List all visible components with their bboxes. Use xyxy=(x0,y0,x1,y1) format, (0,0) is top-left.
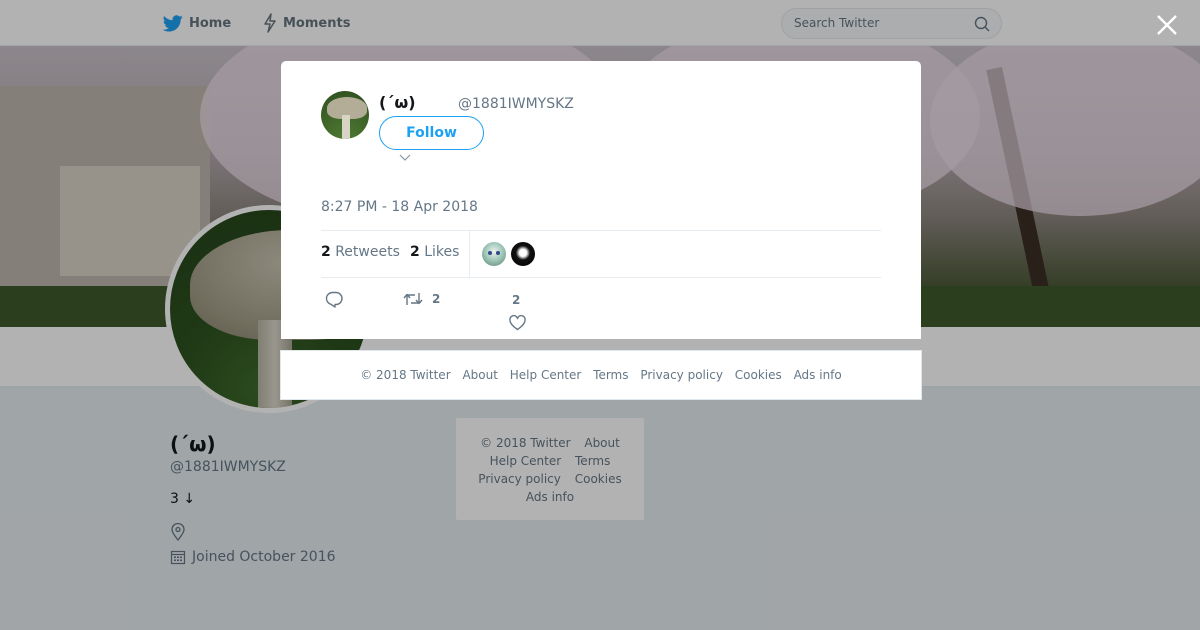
footer-link-privacy[interactable]: Privacy policy xyxy=(640,368,723,382)
tweet-author-avatar[interactable] xyxy=(321,91,369,139)
liker-avatar[interactable] xyxy=(482,242,506,266)
likes-label: Likes xyxy=(424,244,460,260)
like-action-count: 2 xyxy=(512,293,521,307)
reply-button[interactable] xyxy=(325,291,343,308)
tweet-permalink-modal: (´ω) @1881IWMYSKZ Follow 8:27 PM - 18 Ap… xyxy=(281,61,921,339)
footer-link-help-center[interactable]: Help Center xyxy=(510,368,582,382)
follow-button[interactable]: Follow xyxy=(379,116,484,150)
stats-divider xyxy=(469,231,470,277)
tweet-author-handle[interactable]: @1881IWMYSKZ xyxy=(458,96,574,112)
reply-icon xyxy=(325,291,343,308)
likes-stat[interactable]: 2 Likes xyxy=(410,244,459,260)
heart-icon[interactable] xyxy=(509,315,526,331)
tweet-stats: 2 Retweets 2 Likes xyxy=(321,230,881,278)
footer-copyright: © 2018 Twitter xyxy=(360,368,451,382)
retweets-label: Retweets xyxy=(335,244,400,260)
footer-link-cookies[interactable]: Cookies xyxy=(735,368,782,382)
footer-link-about[interactable]: About xyxy=(462,368,497,382)
likes-count: 2 xyxy=(410,244,420,260)
retweets-count: 2 xyxy=(321,244,331,260)
avatar-eye xyxy=(496,251,500,255)
avatar-mushroom-stem xyxy=(342,115,350,139)
tweet-actions: 2 2 xyxy=(321,289,881,339)
retweets-stat[interactable]: 2 Retweets xyxy=(321,244,400,260)
footer-link-ads-info[interactable]: Ads info xyxy=(794,368,842,382)
avatar-eye xyxy=(488,251,492,255)
retweet-button[interactable]: 2 xyxy=(403,291,440,307)
tweet-timestamp[interactable]: 8:27 PM - 18 Apr 2018 xyxy=(321,199,478,215)
tweet-author-name[interactable]: (´ω) xyxy=(379,93,416,112)
liker-avatar[interactable] xyxy=(511,242,535,266)
modal-footer: © 2018 Twitter About Help Center Terms P… xyxy=(280,350,922,400)
chevron-down-icon[interactable] xyxy=(399,154,411,162)
retweet-icon xyxy=(403,293,423,305)
retweet-action-count: 2 xyxy=(432,292,441,306)
footer-link-terms[interactable]: Terms xyxy=(593,368,628,382)
close-icon[interactable] xyxy=(1154,12,1180,38)
